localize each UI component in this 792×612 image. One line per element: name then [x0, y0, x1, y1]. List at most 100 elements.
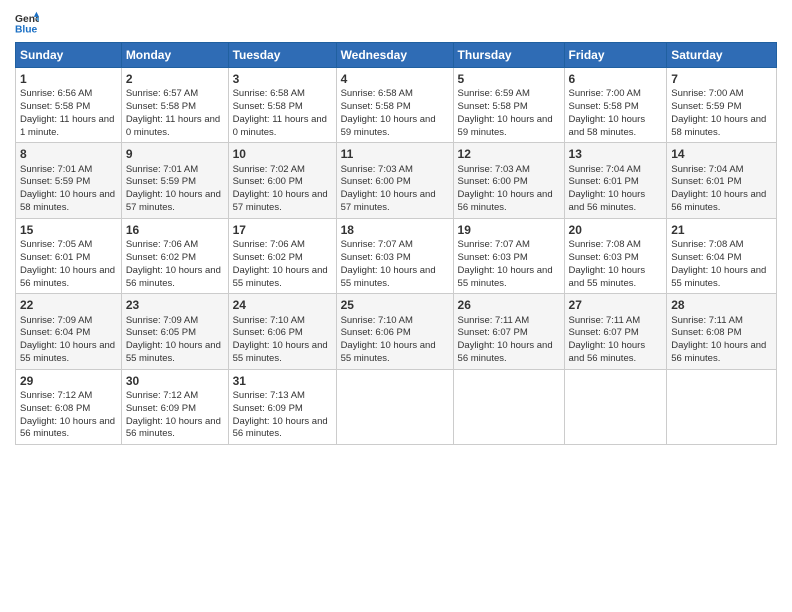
- calendar-cell: 10Sunrise: 7:02 AMSunset: 6:00 PMDayligh…: [228, 143, 336, 218]
- day-info-line: Daylight: 10 hours and 58 minutes.: [20, 189, 117, 215]
- calendar-cell: 23Sunrise: 7:09 AMSunset: 6:05 PMDayligh…: [121, 294, 228, 369]
- day-info-line: Sunset: 6:01 PM: [20, 252, 117, 265]
- day-info-line: Daylight: 10 hours and 55 minutes.: [671, 265, 772, 291]
- day-info-line: Sunset: 5:58 PM: [20, 101, 117, 114]
- svg-text:Blue: Blue: [15, 24, 38, 34]
- week-row-4: 22Sunrise: 7:09 AMSunset: 6:04 PMDayligh…: [16, 294, 777, 369]
- day-info-line: Sunset: 6:02 PM: [233, 252, 332, 265]
- day-number: 23: [126, 297, 224, 313]
- day-info-line: Sunset: 6:08 PM: [671, 327, 772, 340]
- calendar-cell: 18Sunrise: 7:07 AMSunset: 6:03 PMDayligh…: [336, 218, 453, 293]
- day-info-line: Sunrise: 7:11 AM: [569, 315, 663, 328]
- day-info-line: Sunrise: 7:00 AM: [569, 88, 663, 101]
- day-info-line: Sunset: 6:07 PM: [458, 327, 560, 340]
- day-number: 25: [341, 297, 449, 313]
- day-number: 1: [20, 71, 117, 87]
- week-row-3: 15Sunrise: 7:05 AMSunset: 6:01 PMDayligh…: [16, 218, 777, 293]
- day-info-line: Sunrise: 7:05 AM: [20, 239, 117, 252]
- day-info-line: Daylight: 10 hours and 56 minutes.: [671, 340, 772, 366]
- day-info-line: Sunset: 6:08 PM: [20, 403, 117, 416]
- day-info-line: Sunset: 6:06 PM: [233, 327, 332, 340]
- day-info-line: Sunrise: 7:12 AM: [20, 390, 117, 403]
- day-info-line: Daylight: 10 hours and 56 minutes.: [126, 416, 224, 442]
- day-number: 10: [233, 146, 332, 162]
- day-info-line: Sunrise: 6:59 AM: [458, 88, 560, 101]
- day-info-line: Daylight: 10 hours and 56 minutes.: [671, 189, 772, 215]
- day-number: 31: [233, 373, 332, 389]
- day-info-line: Daylight: 10 hours and 57 minutes.: [341, 189, 449, 215]
- day-info-line: Sunrise: 7:07 AM: [341, 239, 449, 252]
- calendar-table: SundayMondayTuesdayWednesdayThursdayFrid…: [15, 42, 777, 445]
- day-info-line: Sunset: 5:59 PM: [126, 176, 224, 189]
- calendar-cell: 28Sunrise: 7:11 AMSunset: 6:08 PMDayligh…: [667, 294, 777, 369]
- day-number: 6: [569, 71, 663, 87]
- day-info-line: Sunset: 6:09 PM: [233, 403, 332, 416]
- week-row-5: 29Sunrise: 7:12 AMSunset: 6:08 PMDayligh…: [16, 369, 777, 444]
- day-info-line: Sunrise: 7:06 AM: [233, 239, 332, 252]
- day-info-line: Sunset: 6:04 PM: [671, 252, 772, 265]
- header-cell-saturday: Saturday: [667, 43, 777, 68]
- day-number: 2: [126, 71, 224, 87]
- calendar-cell: 7Sunrise: 7:00 AMSunset: 5:59 PMDaylight…: [667, 68, 777, 143]
- day-number: 18: [341, 222, 449, 238]
- day-info-line: Daylight: 10 hours and 59 minutes.: [458, 114, 560, 140]
- day-info-line: Sunset: 6:01 PM: [671, 176, 772, 189]
- week-row-2: 8Sunrise: 7:01 AMSunset: 5:59 PMDaylight…: [16, 143, 777, 218]
- calendar-header: SundayMondayTuesdayWednesdayThursdayFrid…: [16, 43, 777, 68]
- header-cell-monday: Monday: [121, 43, 228, 68]
- calendar-cell: 31Sunrise: 7:13 AMSunset: 6:09 PMDayligh…: [228, 369, 336, 444]
- header-cell-friday: Friday: [564, 43, 667, 68]
- day-info-line: Daylight: 10 hours and 57 minutes.: [233, 189, 332, 215]
- calendar-cell: 25Sunrise: 7:10 AMSunset: 6:06 PMDayligh…: [336, 294, 453, 369]
- calendar-cell: 15Sunrise: 7:05 AMSunset: 6:01 PMDayligh…: [16, 218, 122, 293]
- day-info-line: Daylight: 10 hours and 56 minutes.: [20, 416, 117, 442]
- day-number: 26: [458, 297, 560, 313]
- day-number: 5: [458, 71, 560, 87]
- day-number: 4: [341, 71, 449, 87]
- day-info-line: Daylight: 10 hours and 55 minutes.: [20, 340, 117, 366]
- day-info-line: Sunset: 5:58 PM: [458, 101, 560, 114]
- day-info-line: Daylight: 10 hours and 56 minutes.: [458, 340, 560, 366]
- calendar-cell: 13Sunrise: 7:04 AMSunset: 6:01 PMDayligh…: [564, 143, 667, 218]
- day-info-line: Daylight: 10 hours and 58 minutes.: [569, 114, 663, 140]
- calendar-cell: [453, 369, 564, 444]
- day-number: 12: [458, 146, 560, 162]
- day-info-line: Daylight: 11 hours and 0 minutes.: [126, 114, 224, 140]
- day-info-line: Sunrise: 7:02 AM: [233, 164, 332, 177]
- calendar-cell: 27Sunrise: 7:11 AMSunset: 6:07 PMDayligh…: [564, 294, 667, 369]
- day-info-line: Sunrise: 7:12 AM: [126, 390, 224, 403]
- page-container: General Blue SundayMondayTuesdayWednesda…: [0, 0, 792, 455]
- calendar-cell: [336, 369, 453, 444]
- day-info-line: Daylight: 10 hours and 55 minutes.: [233, 340, 332, 366]
- day-info-line: Sunset: 6:06 PM: [341, 327, 449, 340]
- day-number: 11: [341, 146, 449, 162]
- day-info-line: Daylight: 10 hours and 56 minutes.: [20, 265, 117, 291]
- day-info-line: Daylight: 10 hours and 55 minutes.: [341, 340, 449, 366]
- day-info-line: Sunrise: 7:13 AM: [233, 390, 332, 403]
- calendar-cell: 14Sunrise: 7:04 AMSunset: 6:01 PMDayligh…: [667, 143, 777, 218]
- calendar-cell: 30Sunrise: 7:12 AMSunset: 6:09 PMDayligh…: [121, 369, 228, 444]
- day-number: 21: [671, 222, 772, 238]
- day-info-line: Sunset: 6:07 PM: [569, 327, 663, 340]
- calendar-cell: 12Sunrise: 7:03 AMSunset: 6:00 PMDayligh…: [453, 143, 564, 218]
- day-number: 17: [233, 222, 332, 238]
- day-info-line: Sunrise: 7:09 AM: [20, 315, 117, 328]
- logo-icon: General Blue: [15, 10, 39, 34]
- day-info-line: Sunrise: 7:08 AM: [671, 239, 772, 252]
- day-info-line: Sunrise: 6:57 AM: [126, 88, 224, 101]
- day-number: 3: [233, 71, 332, 87]
- day-number: 8: [20, 146, 117, 162]
- calendar-cell: 22Sunrise: 7:09 AMSunset: 6:04 PMDayligh…: [16, 294, 122, 369]
- day-info-line: Daylight: 10 hours and 56 minutes.: [569, 189, 663, 215]
- day-number: 14: [671, 146, 772, 162]
- day-info-line: Sunset: 5:59 PM: [20, 176, 117, 189]
- calendar-cell: 8Sunrise: 7:01 AMSunset: 5:59 PMDaylight…: [16, 143, 122, 218]
- day-info-line: Sunset: 6:00 PM: [458, 176, 560, 189]
- header: General Blue: [15, 10, 777, 34]
- calendar-cell: 17Sunrise: 7:06 AMSunset: 6:02 PMDayligh…: [228, 218, 336, 293]
- day-info-line: Sunset: 6:05 PM: [126, 327, 224, 340]
- day-info-line: Sunrise: 7:10 AM: [233, 315, 332, 328]
- header-cell-wednesday: Wednesday: [336, 43, 453, 68]
- calendar-cell: 5Sunrise: 6:59 AMSunset: 5:58 PMDaylight…: [453, 68, 564, 143]
- calendar-cell: 2Sunrise: 6:57 AMSunset: 5:58 PMDaylight…: [121, 68, 228, 143]
